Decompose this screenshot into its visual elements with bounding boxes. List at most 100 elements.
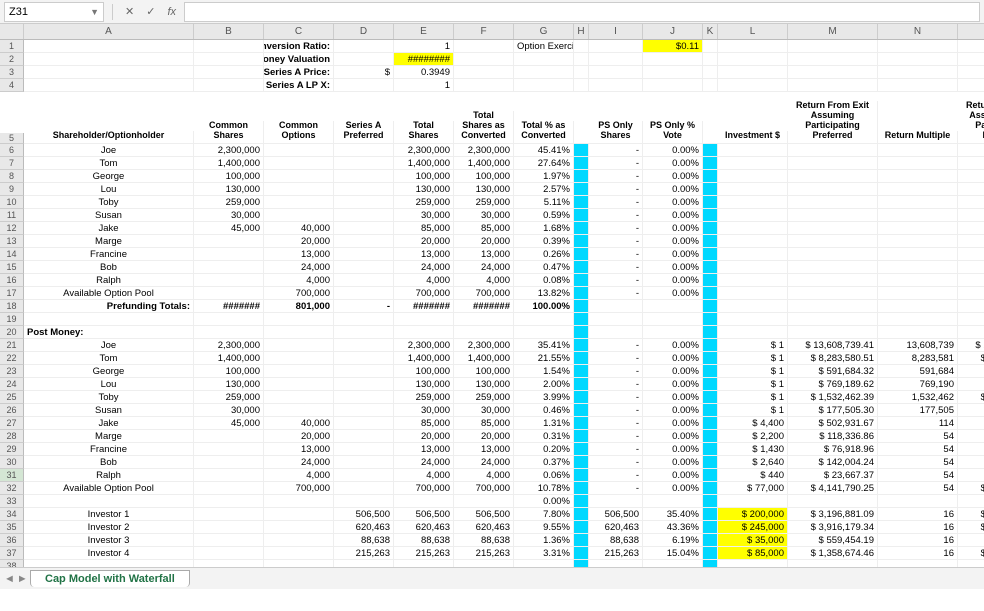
row-header[interactable]: 5: [0, 133, 24, 144]
cell[interactable]: [454, 40, 514, 53]
cell[interactable]: [194, 66, 264, 79]
cell[interactable]: [264, 391, 334, 404]
cell[interactable]: 130,000: [394, 183, 454, 196]
cell[interactable]: [703, 79, 718, 92]
label[interactable]: Post Money:: [24, 326, 194, 339]
cell[interactable]: [264, 170, 334, 183]
cell[interactable]: [958, 274, 984, 287]
row-header[interactable]: 22: [0, 352, 24, 365]
cell[interactable]: 4,000: [264, 274, 334, 287]
cell[interactable]: 0.00%: [643, 274, 703, 287]
cell[interactable]: $ 2,640: [718, 456, 788, 469]
cell[interactable]: [264, 508, 334, 521]
cell[interactable]: [194, 274, 264, 287]
cell[interactable]: [194, 287, 264, 300]
cell[interactable]: $ 1,358,674.46: [788, 547, 878, 560]
column-header[interactable]: H: [574, 24, 589, 39]
cell[interactable]: [264, 339, 334, 352]
cell[interactable]: 0.00%: [643, 144, 703, 157]
cell[interactable]: 9.55%: [514, 521, 574, 534]
cell[interactable]: $ 2,200: [718, 430, 788, 443]
cell[interactable]: 100,000: [394, 170, 454, 183]
divider[interactable]: [574, 196, 589, 209]
cell[interactable]: $ 1: [718, 391, 788, 404]
cell[interactable]: [788, 261, 878, 274]
cell[interactable]: [718, 157, 788, 170]
cell[interactable]: [334, 157, 394, 170]
cell[interactable]: 0.00%: [643, 404, 703, 417]
cell[interactable]: [334, 482, 394, 495]
cell[interactable]: $ 532,163.74: [958, 534, 984, 547]
cell[interactable]: 20,000: [454, 430, 514, 443]
cell[interactable]: 0.00%: [643, 209, 703, 222]
sheet-tab-active[interactable]: Cap Model with Waterfall: [30, 570, 190, 587]
cell[interactable]: [958, 157, 984, 170]
cell[interactable]: [194, 534, 264, 547]
cell[interactable]: [334, 417, 394, 430]
cell[interactable]: [718, 209, 788, 222]
cell[interactable]: $ 200,000: [718, 508, 788, 521]
cell[interactable]: 13,000: [454, 443, 514, 456]
cell[interactable]: [264, 378, 334, 391]
label[interactable]: Option Exercise Price=: [514, 40, 574, 53]
cell[interactable]: 1: [394, 79, 454, 92]
cell[interactable]: 130,000: [454, 183, 514, 196]
cell[interactable]: 0.00%: [643, 391, 703, 404]
cell[interactable]: [878, 40, 958, 53]
cell[interactable]: $ 1: [718, 378, 788, 391]
cell[interactable]: -: [589, 469, 643, 482]
cell[interactable]: 4,000: [394, 274, 454, 287]
divider[interactable]: [574, 495, 589, 508]
cell[interactable]: [718, 326, 788, 339]
cell[interactable]: 0.00%: [643, 157, 703, 170]
divider[interactable]: [703, 508, 718, 521]
divider[interactable]: [574, 456, 589, 469]
cell[interactable]: [643, 300, 703, 313]
cell[interactable]: [334, 53, 394, 66]
cell[interactable]: [194, 443, 264, 456]
cell[interactable]: 88,638: [394, 534, 454, 547]
cell[interactable]: 2,300,000: [394, 144, 454, 157]
cell[interactable]: [514, 313, 574, 326]
cell[interactable]: [334, 326, 394, 339]
formula-input[interactable]: [184, 2, 980, 22]
divider[interactable]: [703, 456, 718, 469]
divider[interactable]: [703, 196, 718, 209]
column-header[interactable]: J: [643, 24, 703, 39]
cell[interactable]: [334, 287, 394, 300]
cell[interactable]: 0.00%: [643, 417, 703, 430]
cell[interactable]: $ 780,496.82: [958, 378, 984, 391]
cell[interactable]: [589, 300, 643, 313]
divider[interactable]: [574, 313, 589, 326]
cell[interactable]: 2.57%: [514, 183, 574, 196]
shareholder[interactable]: Susan: [24, 209, 194, 222]
cell[interactable]: [589, 66, 643, 79]
cell[interactable]: 3.31%: [514, 547, 574, 560]
divider[interactable]: [574, 352, 589, 365]
row-header[interactable]: 27: [0, 417, 24, 430]
cell[interactable]: [334, 248, 394, 261]
cell[interactable]: 0.00%: [643, 430, 703, 443]
cell[interactable]: [334, 40, 394, 53]
row-header[interactable]: 23: [0, 365, 24, 378]
cell[interactable]: 13,000: [394, 443, 454, 456]
cell[interactable]: 24,000: [264, 261, 334, 274]
cell[interactable]: 0.00%: [643, 248, 703, 261]
divider[interactable]: [574, 183, 589, 196]
cell[interactable]: [958, 313, 984, 326]
column-header[interactable]: N: [878, 24, 958, 39]
cell[interactable]: $ 1: [718, 339, 788, 352]
row-header[interactable]: 25: [0, 391, 24, 404]
label[interactable]: Series A Conversion Ratio:: [264, 40, 334, 53]
divider[interactable]: [574, 469, 589, 482]
cell[interactable]: 769,190: [878, 378, 958, 391]
cell[interactable]: -: [334, 300, 394, 313]
row-header[interactable]: 18: [0, 300, 24, 313]
cell[interactable]: 100,000: [394, 365, 454, 378]
cell[interactable]: -: [589, 443, 643, 456]
cell[interactable]: [788, 235, 878, 248]
cell[interactable]: 100,000: [454, 365, 514, 378]
cell[interactable]: [718, 183, 788, 196]
divider[interactable]: [703, 534, 718, 547]
row-header[interactable]: 8: [0, 170, 24, 183]
